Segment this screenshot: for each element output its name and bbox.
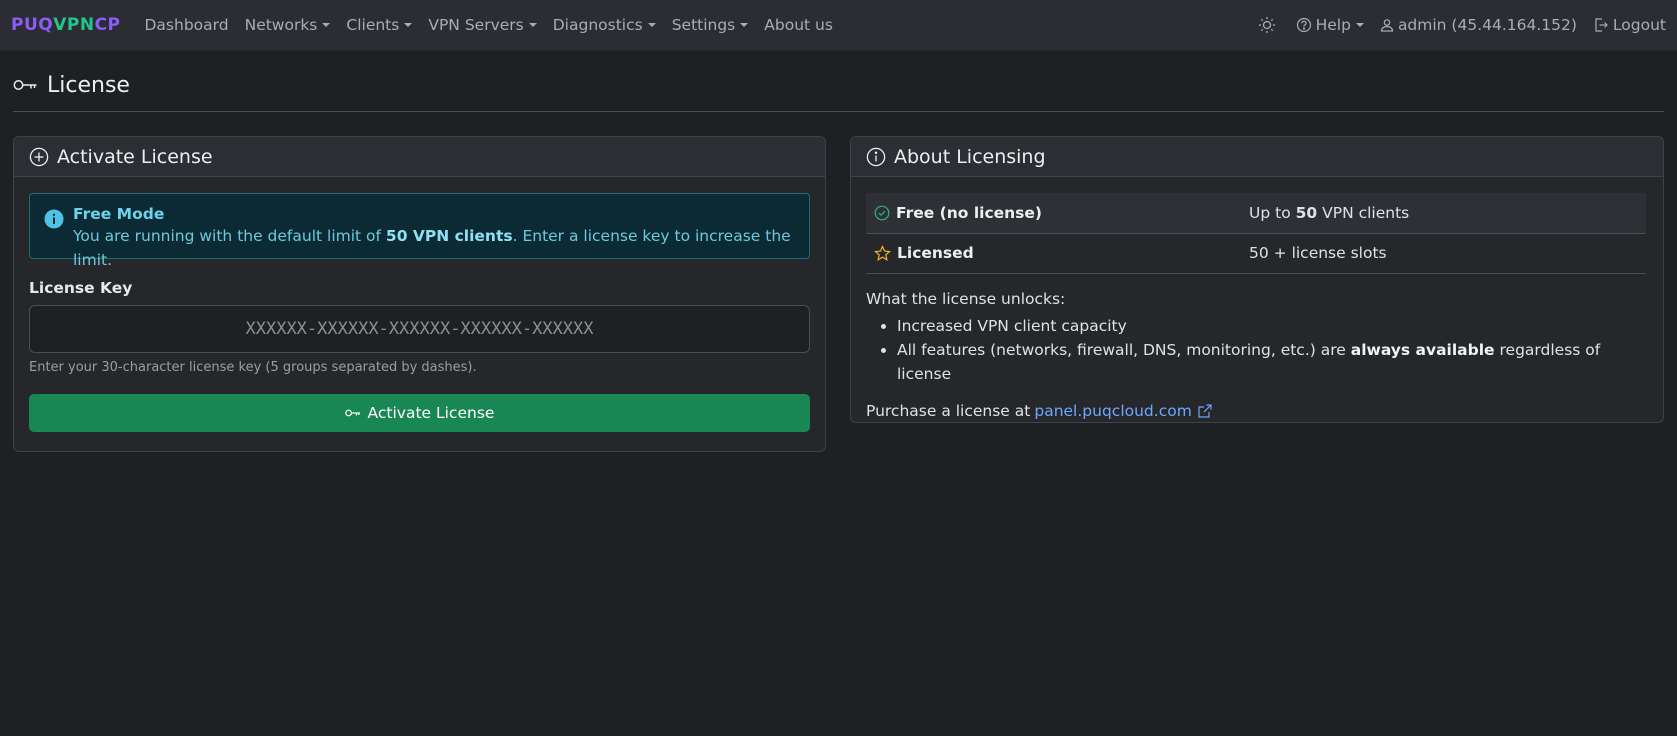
about-licensing-body: Free (no license) Up to 50 VPN clients L… xyxy=(851,177,1663,436)
caret-down-icon xyxy=(647,23,656,27)
user-menu[interactable]: admin (45.44.164.152) xyxy=(1380,16,1577,34)
list-item: Increased VPN client capacity xyxy=(897,314,1648,338)
check-circle-icon xyxy=(874,205,890,221)
license-unlocks: What the license unlocks: Increased VPN … xyxy=(866,290,1648,386)
nav-networks-dropdown[interactable]: Networks xyxy=(245,16,331,34)
list-item: All features (networks, firewall, DNS, m… xyxy=(897,338,1648,386)
tier-name-cell: Licensed xyxy=(866,233,1241,274)
caret-down-icon xyxy=(528,23,537,27)
license-key-input[interactable] xyxy=(29,305,810,353)
nav-dashboard[interactable]: Dashboard xyxy=(145,16,229,34)
info-circle-icon xyxy=(44,209,64,229)
plus-circle-icon xyxy=(29,147,49,167)
caret-down-icon xyxy=(404,23,413,27)
tier-name-cell: Free (no license) xyxy=(866,193,1241,234)
tier-value-cell: Up to 50 VPN clients xyxy=(1241,193,1646,234)
content-columns: Activate License Free Mode You are runni… xyxy=(13,136,1664,452)
star-icon xyxy=(874,245,891,262)
caret-down-icon xyxy=(740,23,749,27)
sun-icon xyxy=(1258,16,1276,34)
tier-value-cell: 50 + license slots xyxy=(1241,233,1646,274)
key-icon xyxy=(13,78,38,92)
nav-about-us[interactable]: About us xyxy=(764,16,833,34)
unlocks-list: Increased VPN client capacity All featur… xyxy=(866,314,1648,386)
activate-license-header: Activate License xyxy=(14,137,825,177)
nav-help-dropdown[interactable]: Help xyxy=(1296,16,1364,34)
nav-diagnostics-dropdown[interactable]: Diagnostics xyxy=(553,16,656,34)
user-nav: Help admin (45.44.164.152) Logout xyxy=(1242,16,1666,34)
free-mode-alert: Free Mode You are running with the defau… xyxy=(29,193,810,269)
alert-text: You are running with the default limit o… xyxy=(73,227,791,269)
activate-license-button[interactable]: Activate License xyxy=(29,394,810,432)
alert-content: Free Mode You are running with the defau… xyxy=(73,204,795,272)
about-licensing-header: About Licensing xyxy=(851,137,1663,177)
license-tiers-table: Free (no license) Up to 50 VPN clients L… xyxy=(866,193,1646,274)
page-content: License Activate License Free Mode You a… xyxy=(0,51,1677,452)
logout-icon xyxy=(1593,17,1609,33)
license-key-help: Enter your 30-character license key (5 g… xyxy=(29,360,477,375)
person-icon xyxy=(1380,18,1394,32)
info-circle-outline-icon xyxy=(866,147,886,167)
unlocks-title: What the license unlocks: xyxy=(866,289,1066,308)
activate-license-card: Activate License Free Mode You are runni… xyxy=(13,136,826,452)
nav-vpn-servers-dropdown[interactable]: VPN Servers xyxy=(428,16,537,34)
logout-link[interactable]: Logout xyxy=(1593,16,1666,34)
theme-toggle[interactable] xyxy=(1258,16,1280,34)
key-icon xyxy=(344,408,361,418)
nav-settings-dropdown[interactable]: Settings xyxy=(672,16,749,34)
nav-clients-dropdown[interactable]: Clients xyxy=(346,16,413,34)
alert-title: Free Mode xyxy=(73,205,165,223)
main-nav: Dashboard Networks Clients VPN Servers D… xyxy=(145,16,849,34)
purchase-line: Purchase a license at panel.puqcloud.com xyxy=(866,402,1648,420)
table-row: Free (no license) Up to 50 VPN clients xyxy=(866,193,1646,234)
caret-down-icon xyxy=(1355,23,1364,27)
table-row: Licensed 50 + license slots xyxy=(866,233,1646,274)
license-key-label: License Key xyxy=(29,279,133,297)
question-circle-icon xyxy=(1296,17,1312,33)
brand-logo[interactable]: PUQVPNCP xyxy=(11,15,121,35)
activate-license-body: Free Mode You are running with the defau… xyxy=(14,177,825,448)
caret-down-icon xyxy=(322,23,331,27)
about-licensing-card: About Licensing Free (no license) Up to … xyxy=(850,136,1664,423)
page-title: License xyxy=(13,51,1664,112)
top-navbar: PUQVPNCP Dashboard Networks Clients VPN … xyxy=(0,0,1677,51)
purchase-link[interactable]: panel.puqcloud.com xyxy=(1034,402,1191,420)
external-link-icon[interactable] xyxy=(1197,403,1213,419)
